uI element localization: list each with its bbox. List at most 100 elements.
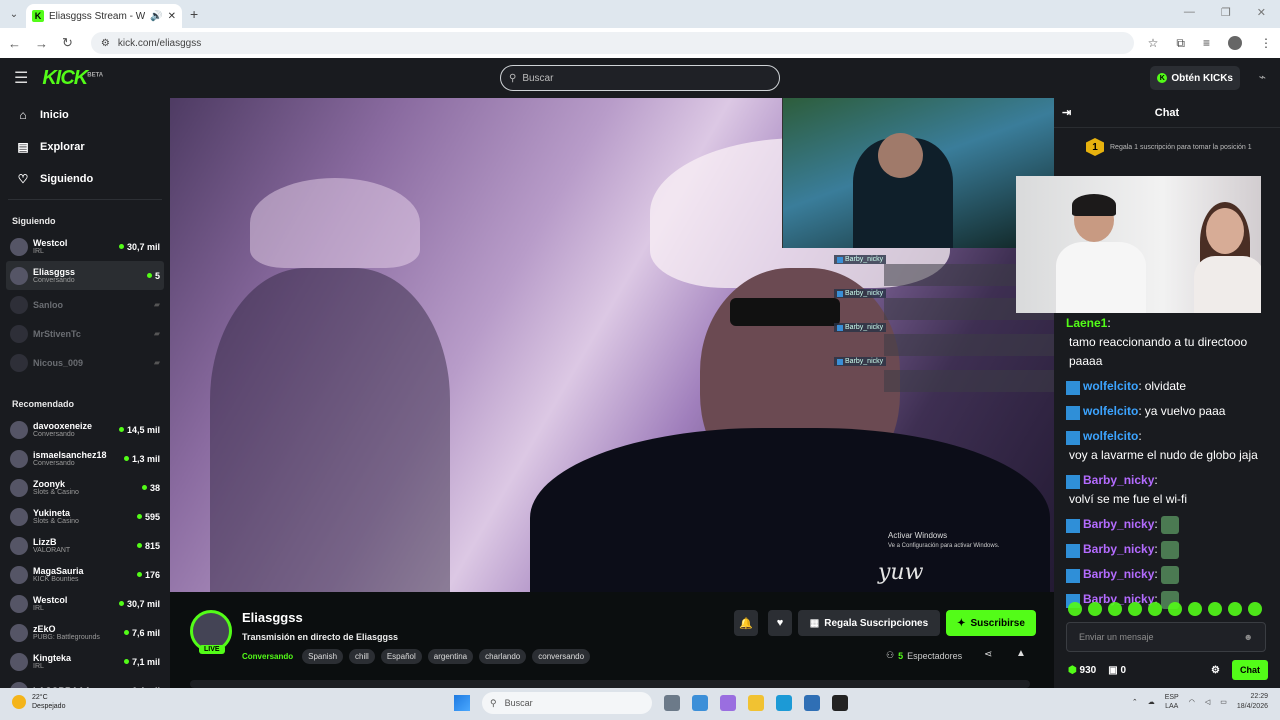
new-tab-button[interactable]: + <box>190 6 198 22</box>
wifi-icon[interactable]: ◠ <box>1189 698 1195 706</box>
stream-tag[interactable]: charlando <box>479 649 527 664</box>
report-icon[interactable]: ▲ <box>1016 648 1026 659</box>
subs-count[interactable]: ▣ 0 <box>1108 665 1126 676</box>
browser-menu-icon[interactable]: ⋮ <box>1260 36 1272 50</box>
channel-item[interactable]: LizzB VALORANT 815 <box>0 531 170 560</box>
stream-tag[interactable]: chill <box>349 649 375 664</box>
chat-username[interactable]: wolfelcito <box>1083 402 1138 421</box>
gift-subs-button[interactable]: ▦ Regala Suscripciones <box>798 610 940 636</box>
bookmark-star-icon[interactable]: ☆ <box>1148 36 1159 50</box>
channel-item[interactable]: LACOBRAAA6,4 mil <box>0 676 170 688</box>
app-icon[interactable] <box>720 695 736 711</box>
taskbar-search[interactable]: ⚲ Buscar <box>482 692 652 714</box>
share-icon[interactable]: ⋖ <box>984 649 992 660</box>
stream-tag[interactable]: Español <box>380 649 422 664</box>
send-chat-button[interactable]: Chat <box>1232 660 1268 680</box>
cloud-icon[interactable]: ☁ <box>1148 698 1155 706</box>
site-info-icon[interactable]: ⚙ <box>101 38 110 49</box>
channel-item[interactable]: Nicous_009 ▰ <box>0 348 170 377</box>
stream-tag[interactable]: argentina <box>427 649 474 664</box>
chat-message-input[interactable]: Enviar un mensaje ☻ <box>1066 622 1266 652</box>
sub-leaderboard[interactable]: 1 Regala 1 suscripción para tomar la pos… <box>1054 128 1280 166</box>
store-icon[interactable] <box>804 695 820 711</box>
chat-username[interactable]: wolfelcito <box>1083 377 1138 396</box>
emote-icon[interactable] <box>1248 602 1262 616</box>
tab-list-icon[interactable]: ⌄ <box>6 6 22 22</box>
battery-icon[interactable]: ▭ <box>1220 698 1227 706</box>
nav-item-inicio[interactable]: ⌂ Inicio <box>0 99 170 131</box>
kicks-balance[interactable]: ⬢ 930 <box>1068 665 1096 676</box>
back-icon[interactable]: ← <box>8 36 21 51</box>
channel-item[interactable]: Westcol IRL 30,7 mil <box>0 232 170 261</box>
edge-icon[interactable] <box>776 695 792 711</box>
user-menu-icon[interactable]: ⌁ <box>1259 70 1266 84</box>
emote-icon[interactable] <box>1208 602 1222 616</box>
nav-item-siguiendo[interactable]: ♡ Siguiendo <box>0 163 170 195</box>
emote-icon[interactable] <box>1228 602 1242 616</box>
extensions-icon[interactable]: ⧉ <box>1176 36 1185 51</box>
emote-icon[interactable] <box>1128 602 1142 616</box>
channel-item[interactable]: zEkO PUBG: Battlegrounds 7,6 mil <box>0 618 170 647</box>
clock[interactable]: 22:29 18/4/2026 <box>1237 692 1268 712</box>
emote-icon[interactable] <box>1168 602 1182 616</box>
audio-icon[interactable]: 🔊 <box>150 11 162 22</box>
channel-item[interactable]: Eliasggss Conversando 5 <box>6 261 164 290</box>
channel-item[interactable]: ismaelsanchez18 Conversando 1,3 mil <box>0 444 170 473</box>
close-window-icon[interactable]: ✕ <box>1257 6 1266 19</box>
stream-tag[interactable]: conversando <box>532 649 591 664</box>
chat-username[interactable]: Barby_nicky <box>1083 540 1154 559</box>
file-explorer-icon[interactable] <box>748 695 764 711</box>
language-indicator[interactable]: ESP LAA <box>1165 693 1179 711</box>
get-kicks-button[interactable]: K Obtén KICKs <box>1150 66 1240 90</box>
chat-settings-icon[interactable]: ⚙ <box>1211 665 1220 676</box>
emote-icon[interactable] <box>1108 602 1122 616</box>
chrome-icon[interactable] <box>692 695 708 711</box>
follow-heart-icon[interactable]: ♥ <box>768 610 792 636</box>
profile-avatar[interactable] <box>1228 36 1242 50</box>
channel-item[interactable]: Zoonyk Slots & Casino 38 <box>0 473 170 502</box>
emote-icon[interactable] <box>1088 602 1102 616</box>
tray-chevron-icon[interactable]: ⌃ <box>1132 698 1138 706</box>
chat-username[interactable]: Laene1 <box>1066 314 1107 333</box>
weather-widget[interactable]: 22°C Despejado <box>12 693 65 711</box>
notification-bell-icon[interactable]: 🔔 <box>734 610 758 636</box>
stream-tag[interactable]: Spanish <box>302 649 344 664</box>
emote-icon[interactable] <box>1188 602 1202 616</box>
chat-username[interactable]: Barby_nicky <box>1083 471 1154 490</box>
reload-icon[interactable]: ↻ <box>62 35 73 51</box>
emote-icon[interactable] <box>1148 602 1162 616</box>
url-field[interactable]: ⚙ kick.com/eliasggss <box>90 32 1134 54</box>
channel-info: Westcol IRL <box>33 238 114 255</box>
channel-item[interactable]: Yukineta Slots & Casino 595 <box>0 502 170 531</box>
emoji-icon[interactable]: ☻ <box>1244 632 1253 642</box>
maximize-icon[interactable]: ❐ <box>1221 6 1231 19</box>
channel-item[interactable]: Kingteka IRL 7,1 mil <box>0 647 170 676</box>
volume-icon[interactable]: ◁ <box>1205 698 1210 706</box>
streamer-name[interactable]: Eliasggss <box>242 610 303 625</box>
media-control-icon[interactable]: ≡ <box>1203 36 1210 50</box>
video-player[interactable]: Barby_nicky Barby_nicky Barby_nicky Barb… <box>170 98 1054 592</box>
search-input[interactable]: ⚲ Buscar <box>500 65 780 91</box>
kick-logo[interactable]: KICKBETA <box>42 67 103 90</box>
nav-item-explorar[interactable]: ▤ Explorar <box>0 131 170 163</box>
channel-item[interactable]: MagaSauria KICK Bounties 176 <box>0 560 170 589</box>
channel-item[interactable]: davooxeneize Conversando 14,5 mil <box>0 415 170 444</box>
emote-icon[interactable] <box>1068 602 1082 616</box>
category-link[interactable]: Conversando <box>242 652 293 661</box>
chat-username[interactable]: wolfelcito <box>1083 427 1138 446</box>
minimize-icon[interactable]: — <box>1184 6 1195 19</box>
task-view-icon[interactable] <box>664 695 680 711</box>
channel-item[interactable]: Westcol IRL 30,7 mil <box>0 589 170 618</box>
close-tab-icon[interactable]: ✕ <box>168 11 176 22</box>
chat-username[interactable]: Barby_nicky <box>1083 515 1154 534</box>
subscribe-button[interactable]: ✦ Suscribirse <box>946 610 1036 636</box>
chat-username[interactable]: Barby_nicky <box>1083 565 1154 584</box>
channel-item[interactable]: Sanloo ▰ <box>0 290 170 319</box>
forward-icon[interactable]: → <box>35 36 48 51</box>
windows-start-icon[interactable] <box>454 695 470 711</box>
channel-item[interactable]: MrStivenTc ▰ <box>0 319 170 348</box>
collapse-chat-icon[interactable]: ⇥ <box>1062 106 1071 119</box>
browser-tab[interactable]: K Eliasggss Stream - Watch L 🔊 ✕ <box>26 4 182 28</box>
menu-icon[interactable]: ☰ <box>14 68 28 88</box>
app-icon[interactable] <box>832 695 848 711</box>
